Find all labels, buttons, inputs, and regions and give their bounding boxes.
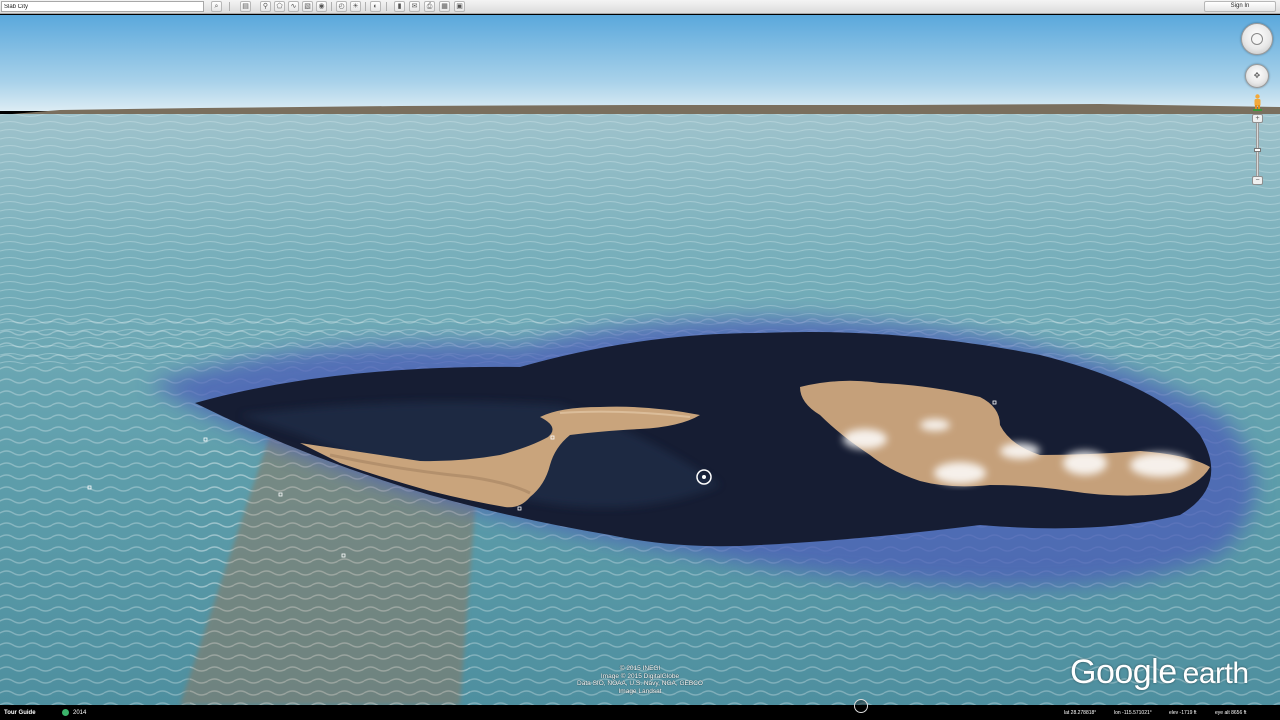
look-joystick[interactable] xyxy=(1241,23,1273,55)
toolbar-divider xyxy=(229,2,230,11)
tour-icon[interactable]: ◉ xyxy=(316,1,327,12)
earth-3d-view[interactable] xyxy=(0,15,1280,705)
history-icon[interactable]: ◴ xyxy=(336,1,347,12)
move-joystick[interactable]: ✥ xyxy=(1245,64,1269,88)
hand-icon: ✥ xyxy=(1253,71,1261,80)
imagery-attribution: © 2015 INEGI Image © 2015 DigitalGlobe D… xyxy=(540,665,740,695)
logo-google: Google xyxy=(1070,653,1177,691)
clock-icon xyxy=(62,709,69,716)
search-icon[interactable]: ⌕ xyxy=(211,1,222,12)
sidebar-icon[interactable]: ▤ xyxy=(240,1,251,12)
sun-position-icon[interactable] xyxy=(854,699,868,713)
zoom-in-button[interactable]: + xyxy=(1252,114,1263,123)
attribution-line: Image Landsat xyxy=(618,687,662,695)
placemark-icon[interactable]: ⚲ xyxy=(260,1,271,12)
elevation-readout: elev -1719 ft xyxy=(1169,710,1197,716)
path-icon[interactable]: ∿ xyxy=(288,1,299,12)
toolbar-divider xyxy=(331,2,332,11)
maps-icon[interactable]: ▦ xyxy=(439,1,450,12)
logo-earth: earth xyxy=(1182,657,1249,690)
zoom-out-button[interactable]: − xyxy=(1252,176,1263,185)
view-icon[interactable]: ▣ xyxy=(454,1,465,12)
attribution-line: © 2015 INEGI xyxy=(619,665,661,672)
latitude-readout: lat 28.278818° xyxy=(1064,710,1097,716)
pegman-icon[interactable] xyxy=(1253,94,1262,111)
planets-icon[interactable]: ◐ xyxy=(370,1,381,12)
zoom-slider-thumb[interactable] xyxy=(1254,148,1261,152)
sun-icon[interactable]: ☀ xyxy=(350,1,361,12)
email-icon[interactable]: ✉ xyxy=(409,1,420,12)
attribution-line: Image © 2015 DigitalGlobe xyxy=(600,672,680,680)
google-earth-window: ⌕ ▤ ⚲ ⬠ ∿ ▧ ◉ ◴ ☀ ◐ ▮ ✉ ⎙ ▦ ▣ Sign In xyxy=(0,0,1280,720)
eye-icon xyxy=(1251,33,1263,45)
print-icon[interactable]: ⎙ xyxy=(424,1,435,12)
longitude-readout: lon -115.571021° xyxy=(1114,710,1152,716)
attribution-line: Data SIO, NOAA, U.S. Navy, NGA, GEBCO xyxy=(577,680,703,687)
historical-imagery-year[interactable]: 2014 xyxy=(62,709,86,717)
eye-altitude-readout: eye alt 8656 ft xyxy=(1215,710,1247,716)
top-toolbar: ⌕ ▤ ⚲ ⬠ ∿ ▧ ◉ ◴ ☀ ◐ ▮ ✉ ⎙ ▦ ▣ Sign In xyxy=(0,0,1280,14)
google-earth-logo: Google earth xyxy=(1070,652,1249,694)
toolbar-divider xyxy=(386,2,387,11)
sign-in-button[interactable]: Sign In xyxy=(1204,1,1276,12)
toolbar-divider xyxy=(365,2,366,11)
ruler-icon[interactable]: ▮ xyxy=(394,1,405,12)
tour-guide-button[interactable]: Tour Guide xyxy=(4,708,36,718)
polygon-icon[interactable]: ⬠ xyxy=(274,1,285,12)
search-input[interactable] xyxy=(1,1,204,12)
status-bar: Tour Guide 2014 lat 28.278818° lon -115.… xyxy=(0,706,1280,720)
overlay-icon[interactable]: ▧ xyxy=(302,1,313,12)
year-label: 2014 xyxy=(73,710,87,716)
sky xyxy=(0,15,1280,111)
